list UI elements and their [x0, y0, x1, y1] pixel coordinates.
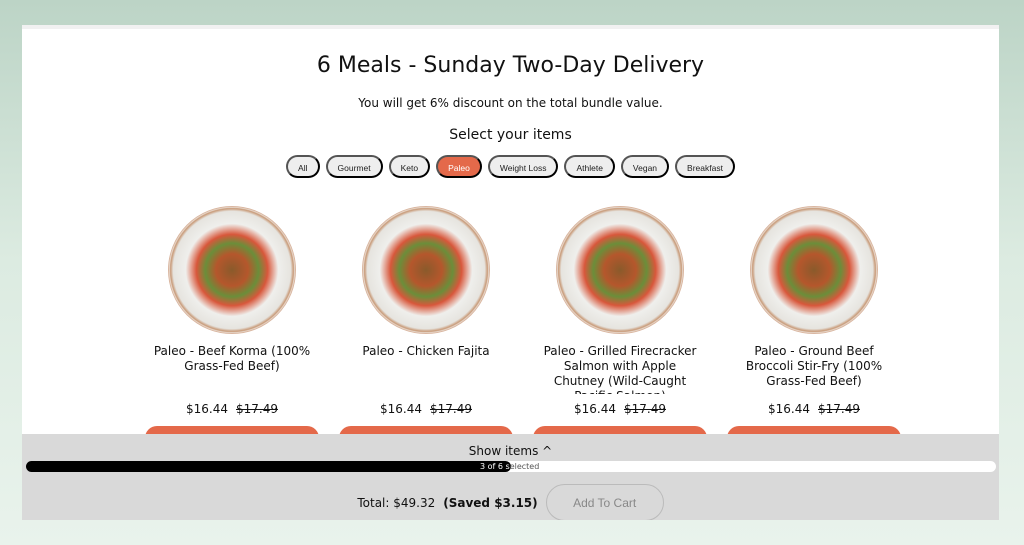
filter-chips: All Gourmet Keto Paleo Weight Loss Athle… — [22, 155, 999, 178]
filter-gourmet[interactable]: Gourmet — [325, 155, 383, 178]
product-name: Paleo - Grilled Firecracker Salmon with … — [543, 344, 697, 394]
discount-text: You will get 6% discount on the total bu… — [358, 96, 663, 110]
old-price: $17.49 — [430, 402, 472, 416]
product-card: Paleo - Beef Korma (100% Grass-Fed Beef)… — [145, 206, 319, 456]
saved-amount: (Saved $3.15) — [443, 495, 538, 510]
filter-vegan[interactable]: Vegan — [620, 155, 670, 178]
product-card: Paleo - Ground Beef Broccoli Stir-Fry (1… — [727, 206, 901, 456]
select-heading: Select your items — [449, 127, 572, 143]
sale-price: $16.44 — [380, 402, 422, 416]
add-to-cart-button[interactable]: Add To Cart — [545, 484, 664, 520]
product-card: Paleo - Chicken Fajita $16.44$17.49 Add — [339, 206, 513, 456]
sale-price: $16.44 — [574, 402, 616, 416]
filter-weight-loss[interactable]: Weight Loss — [487, 155, 559, 178]
old-price: $17.49 — [818, 402, 860, 416]
old-price: $17.49 — [624, 402, 666, 416]
progress-count: 3 of 6 s — [480, 462, 510, 471]
progress-fill — [26, 461, 511, 472]
meal-image — [556, 206, 684, 334]
progress-text: 3 of 6 selected — [480, 461, 539, 472]
filter-athlete[interactable]: Athlete — [564, 155, 615, 178]
filter-paleo[interactable]: Paleo — [436, 155, 482, 178]
product-price: $16.44 $17.49 — [533, 402, 707, 416]
progress-label: elected — [509, 462, 540, 471]
product-price: $16.44 $17.49 — [339, 402, 513, 416]
meal-image — [362, 206, 490, 334]
total-row: Total: $49.32 (Saved $3.15) Add To Cart — [22, 484, 999, 520]
filter-keto[interactable]: Keto — [388, 155, 431, 178]
total-amount: Total: $49.32 — [357, 495, 436, 510]
old-price: $17.49 — [236, 402, 278, 416]
product-name: Paleo - Chicken Fajita — [362, 344, 490, 358]
product-price: $16.44 $17.49 — [727, 402, 901, 416]
show-items-toggle[interactable]: Show items ^ — [22, 444, 999, 458]
filter-breakfast[interactable]: Breakfast — [675, 155, 735, 178]
selection-footer: Show items ^ 3 of 6 selected Total: $49.… — [22, 434, 999, 520]
filter-all[interactable]: All — [286, 155, 320, 178]
sale-price: $16.44 — [768, 402, 810, 416]
product-name: Paleo - Ground Beef Broccoli Stir-Fry (1… — [745, 344, 883, 388]
meal-image — [750, 206, 878, 334]
product-name: Paleo - Beef Korma (100% Grass-Fed Beef) — [153, 344, 311, 373]
product-card: Paleo - Grilled Firecracker Salmon with … — [533, 206, 707, 456]
page-title: 6 Meals - Sunday Two-Day Delivery — [316, 53, 705, 78]
selection-progress: 3 of 6 selected — [26, 461, 996, 472]
bundle-card: 6 Meals - Sunday Two-Day Delivery You wi… — [22, 25, 999, 520]
meal-image — [168, 206, 296, 334]
product-price: $16.44 $17.49 — [145, 402, 319, 416]
sale-price: $16.44 — [186, 402, 228, 416]
